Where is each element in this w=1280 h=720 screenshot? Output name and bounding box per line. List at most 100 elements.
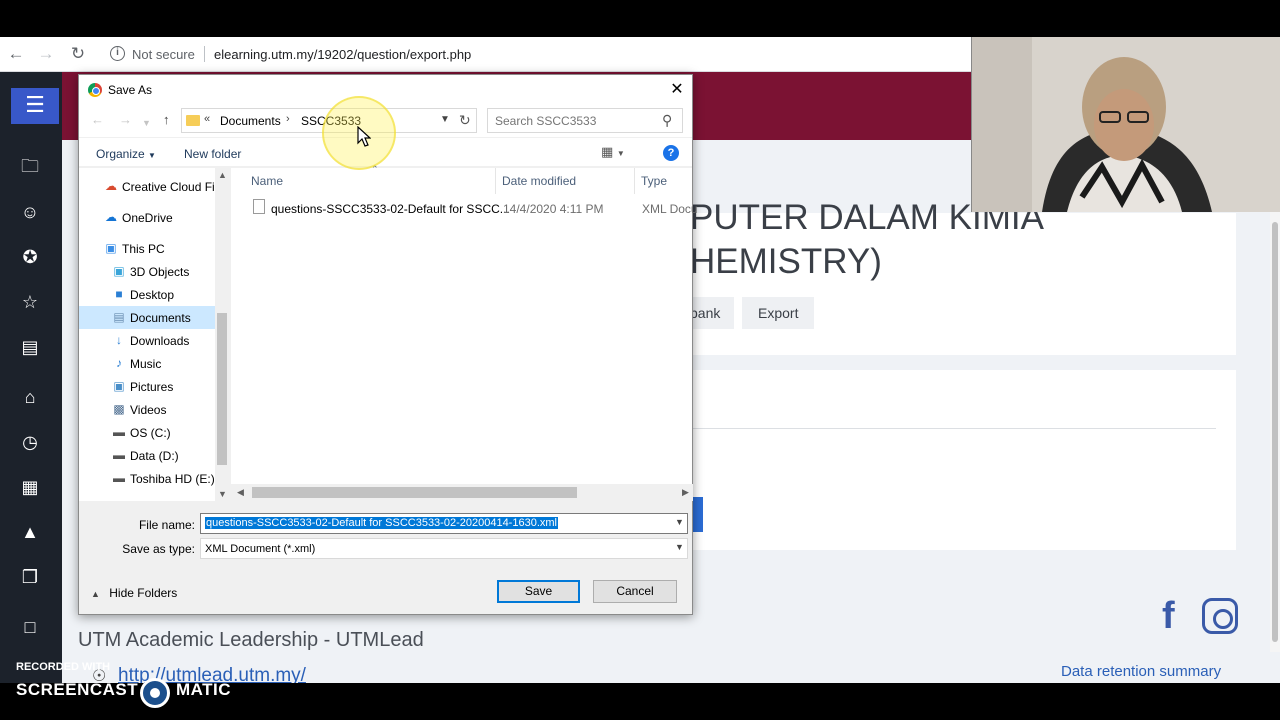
navigation-pane: ☁ Creative Cloud Fil ☁ OneDrive ▣ This P… xyxy=(79,168,229,501)
scrollbar-thumb[interactable] xyxy=(217,313,227,465)
search-icon[interactable]: ⚲ xyxy=(662,112,672,129)
mouse-pointer-icon xyxy=(357,126,371,147)
horizontal-scrollbar[interactable]: ◀ ▶ xyxy=(231,484,693,501)
course-title-line2: HEMISTRY) xyxy=(690,242,882,281)
dashboard-icon[interactable]: ◷ xyxy=(18,430,42,454)
cancel-button[interactable]: Cancel xyxy=(593,580,677,603)
nav-item-label: Toshiba HD (E:) xyxy=(130,472,215,486)
organize-button[interactable]: Organize ▼ xyxy=(96,147,156,161)
menu-icon[interactable]: ☰ xyxy=(11,88,59,124)
calendar-icon[interactable]: ▦ xyxy=(18,475,42,499)
column-divider[interactable] xyxy=(634,168,635,194)
nav-item-os-c[interactable]: ▬ OS (C:) xyxy=(79,421,215,444)
nav-item-toshiba-e[interactable]: ▬ Toshiba HD (E:) xyxy=(79,467,215,490)
chevron-down-icon[interactable]: ▼ xyxy=(440,114,450,125)
help-icon[interactable]: ? xyxy=(663,145,679,161)
star-icon[interactable]: ☆ xyxy=(18,290,42,314)
page-scrollbar[interactable] xyxy=(1270,212,1280,652)
nav-item-desktop[interactable]: ■ Desktop xyxy=(79,283,215,306)
hide-folders-toggle[interactable]: ▲ Hide Folders xyxy=(91,586,177,600)
column-divider[interactable] xyxy=(495,168,496,194)
file-name-field[interactable]: questions-SSCC3533-02-Default for SSCC35… xyxy=(200,513,688,534)
back-arrow-icon[interactable]: ← xyxy=(91,112,104,128)
chevron-down-icon[interactable]: ▼ xyxy=(675,517,684,527)
forward-arrow-icon[interactable]: → xyxy=(37,45,55,63)
nav-item-data-d[interactable]: ▬ Data (D:) xyxy=(79,444,215,467)
breadcrumb-export[interactable]: Export xyxy=(742,297,815,329)
column-header-type[interactable]: Type xyxy=(641,174,667,188)
new-folder-button[interactable]: New folder xyxy=(184,147,241,161)
data-retention-link[interactable]: Data retention summary xyxy=(1061,663,1221,680)
webcam-overlay xyxy=(971,37,1280,212)
back-arrow-icon[interactable]: ← xyxy=(7,45,25,63)
url-text[interactable]: elearning.utm.my/19202/question/export.p… xyxy=(214,47,471,62)
presenter-video xyxy=(972,37,1280,212)
nav-item-label: Creative Cloud Fil xyxy=(122,180,218,194)
folder-icon[interactable]: 🗀 xyxy=(18,154,42,178)
watermark-recorded: RECORDED WITH xyxy=(16,661,111,673)
scroll-up-icon[interactable]: ▲ xyxy=(218,170,227,180)
navigation-scrollbar[interactable]: ▲ ▼ xyxy=(215,168,229,501)
cube-icon: ▣ xyxy=(113,264,125,278)
nav-item-music[interactable]: ♪ Music xyxy=(79,352,215,375)
document-icon: ▤ xyxy=(113,310,125,324)
scrollbar-thumb[interactable] xyxy=(252,487,577,498)
close-icon[interactable]: ✕ xyxy=(665,79,689,101)
hide-folders-label: Hide Folders xyxy=(109,586,178,600)
file-name-label: File name: xyxy=(138,518,195,532)
path-separator[interactable]: › xyxy=(286,113,290,125)
folder-icon[interactable]: □ xyxy=(18,615,42,639)
search-input[interactable] xyxy=(495,114,655,128)
chevron-down-icon: ▼ xyxy=(148,151,156,160)
drive-icon: ▬ xyxy=(113,448,125,462)
music-icon: ♪ xyxy=(116,356,122,370)
nav-item-label: Videos xyxy=(130,403,167,417)
instagram-icon[interactable] xyxy=(1202,598,1238,634)
side-navigation: ☰ 🗀 ☺ ✪ ☆ ▤ ⌂ ◷ ▦ ▲ ❐ □ xyxy=(0,72,62,683)
nav-item-onedrive[interactable]: ☁ OneDrive xyxy=(79,206,215,229)
file-type: XML Docu xyxy=(642,202,698,216)
file-name-value[interactable]: questions-SSCC3533-02-Default for SSCC35… xyxy=(205,517,558,529)
book-icon[interactable]: ▤ xyxy=(18,335,42,359)
save-type-value: XML Document (*.xml) xyxy=(205,543,316,555)
nav-item-label: Desktop xyxy=(130,288,175,302)
address-bar[interactable]: i Not secure elearning.utm.my/19202/ques… xyxy=(104,42,970,67)
column-header-date[interactable]: Date modified xyxy=(502,174,576,188)
folder-search[interactable]: ⚲ xyxy=(487,108,683,133)
nav-item-pictures[interactable]: ▣ Pictures xyxy=(79,375,215,398)
badge-icon[interactable]: ✪ xyxy=(18,245,42,269)
copy-icon[interactable]: ❐ xyxy=(18,565,42,589)
graduation-icon[interactable]: ▲ xyxy=(18,520,42,544)
save-button[interactable]: Save xyxy=(497,580,580,603)
nav-item-videos[interactable]: ▩ Videos xyxy=(79,398,215,421)
path-overflow[interactable]: « xyxy=(204,113,210,125)
view-options-icon[interactable]: ▦ ▼ xyxy=(601,144,625,160)
nav-item-documents[interactable]: ▤ Documents xyxy=(79,306,215,329)
facebook-icon[interactable]: f xyxy=(1162,596,1175,636)
desktop-icon: ■ xyxy=(115,287,123,301)
chrome-icon xyxy=(88,83,102,97)
recent-locations-icon[interactable]: ▼ xyxy=(142,115,151,131)
drive-icon: ▬ xyxy=(113,425,125,439)
user-search-icon[interactable]: ☺ xyxy=(18,200,42,224)
forward-arrow-icon[interactable]: → xyxy=(119,112,132,128)
refresh-icon[interactable]: ↻ xyxy=(459,112,471,129)
save-type-select[interactable]: XML Document (*.xml) ▼ xyxy=(200,538,688,559)
path-crumb-documents[interactable]: Documents xyxy=(220,114,281,128)
reload-icon[interactable]: ↻ xyxy=(69,45,87,63)
scroll-down-icon[interactable]: ▼ xyxy=(218,489,227,499)
nav-item-downloads[interactable]: ↓ Downloads xyxy=(79,329,215,352)
file-row[interactable]: questions-SSCC3533-02-Default for SSCC..… xyxy=(249,196,698,220)
scroll-right-icon[interactable]: ▶ xyxy=(682,487,689,498)
nav-item-this-pc[interactable]: ▣ This PC xyxy=(79,237,215,260)
chevron-down-icon[interactable]: ▼ xyxy=(675,542,684,552)
nav-item-creative-cloud[interactable]: ☁ Creative Cloud Fil xyxy=(79,175,218,198)
nav-item-3d-objects[interactable]: ▣ 3D Objects xyxy=(79,260,215,283)
home-icon[interactable]: ⌂ xyxy=(18,385,42,409)
info-icon[interactable]: i xyxy=(110,46,125,61)
scroll-left-icon[interactable]: ◀ xyxy=(237,487,244,498)
xml-file-icon xyxy=(253,199,265,214)
column-header-name[interactable]: Name xyxy=(251,174,283,188)
dialog-titlebar[interactable]: Save As ✕ xyxy=(79,75,692,105)
up-arrow-icon[interactable]: ↑ xyxy=(163,112,170,128)
